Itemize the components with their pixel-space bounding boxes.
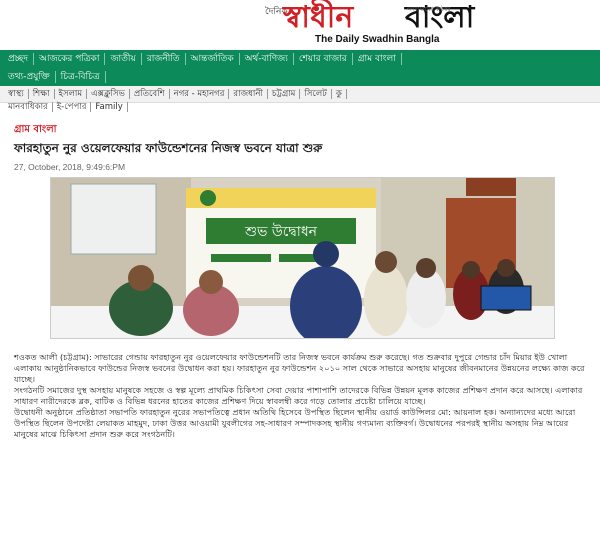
article-photo: শুভ উদ্বোধন — [50, 177, 555, 339]
article-paragraph-2: সংগঠনটি সমাজের দুস্থ অসহায় মানুষকে সহজে… — [14, 385, 583, 406]
masthead: দৈনিক স্বাধীন বাংলা গণমাধ্যমের কন্ঠস্বর … — [0, 0, 600, 50]
article-body: শওকত আলী (চট্টগ্রাম): সাভারের গেন্ডায় ফ… — [14, 352, 589, 440]
article-paragraph-1: শওকত আলী (চট্টগ্রাম): সাভারের গেন্ডায় ফ… — [14, 352, 585, 384]
main-nav-link-row2-1[interactable]: তথ্য-প্রযুক্তি — [0, 70, 56, 83]
photo-banner-text: শুভ উদ্বোধন — [244, 223, 318, 240]
main-nav-link-1[interactable]: প্রচ্ছদ — [0, 52, 34, 65]
sub-nav-link-9[interactable]: সিলেট — [300, 88, 332, 99]
site-logo[interactable]: দৈনিক স্বাধীন বাংলা গণমাধ্যমের কন্ঠস্বর … — [265, 2, 565, 48]
sub-nav-link-3[interactable]: ইসলাম — [55, 88, 88, 99]
sub-nav-link-5[interactable]: প্রতিবেশি — [130, 88, 170, 99]
main-nav-link-row2-2[interactable]: চিত্র-বিচিত্র — [56, 70, 106, 83]
logo-english-name: The Daily Swadhin Bangla — [315, 34, 440, 45]
main-nav-link-8[interactable]: গ্রাম বাংলা — [353, 52, 402, 65]
sub-nav-row-1: স্বাস্থ্য শিক্ষা ইসলাম এক্সক্লুসিভ প্রতিবেশি… — [0, 87, 600, 100]
main-nav-link-2[interactable]: আজকের পত্রিকা — [34, 52, 106, 65]
main-nav-link-4[interactable]: রাজনীতি — [142, 52, 186, 65]
sub-nav-link-row2-1[interactable]: মানবাধিকার — [0, 101, 53, 112]
sub-nav-link-4[interactable]: এক্সক্লুসিভ — [87, 88, 130, 99]
sub-nav-link-row2-2[interactable]: ই-পেপার — [53, 101, 92, 112]
logo-tagline: গণমাধ্যমের কন্ঠস্বর — [407, 6, 451, 13]
sub-nav-link-1[interactable]: স্বাস্থ্য — [0, 88, 29, 99]
main-nav-link-7[interactable]: শেয়ার বাজার — [294, 52, 353, 65]
main-nav-link-5[interactable]: আন্তর্জাতিক — [186, 52, 240, 65]
main-nav-row-2: তথ্য-প্রযুক্তি চিত্র-বিচিত্র — [0, 68, 600, 85]
main-nav-link-3[interactable]: জাতীয় — [105, 52, 142, 65]
sub-nav-link-row2-3[interactable]: Family — [91, 101, 128, 112]
sub-nav-link-10[interactable]: কু — [332, 88, 347, 99]
article-date: 27, October, 2018, 9:49:6:PM — [14, 162, 126, 172]
article-photo-illustration: শুভ উদ্বোধন — [51, 178, 554, 338]
article-category[interactable]: গ্রাম বাংলা — [14, 122, 57, 139]
logo-name-red: স্বাধীন — [283, 0, 354, 35]
sub-nav-link-2[interactable]: শিক্ষা — [29, 88, 55, 99]
sub-nav-link-7[interactable]: রাজধানী — [229, 88, 268, 99]
sub-nav-row-2: মানবাধিকার ই-পেপার Family — [0, 100, 600, 113]
article-headline: ফারহাতুন নুর ওয়েলফেয়ার ফাউন্ডেশনের নিজ… — [14, 141, 323, 155]
main-nav-link-6[interactable]: অর্থ-বাণিজ্য — [240, 52, 294, 65]
main-nav-row-1: প্রচ্ছদ আজকের পত্রিকা জাতীয় রাজনীতি আন্তর্জ… — [0, 50, 600, 67]
article-paragraph-3: উদ্বোধনী অনুষ্ঠানে প্রতিষ্ঠাতা সভাপতি ফা… — [14, 407, 576, 439]
sub-nav-link-8[interactable]: চট্টগ্রাম — [268, 88, 301, 99]
sub-nav-link-6[interactable]: নগর - মহানগর — [170, 88, 230, 99]
